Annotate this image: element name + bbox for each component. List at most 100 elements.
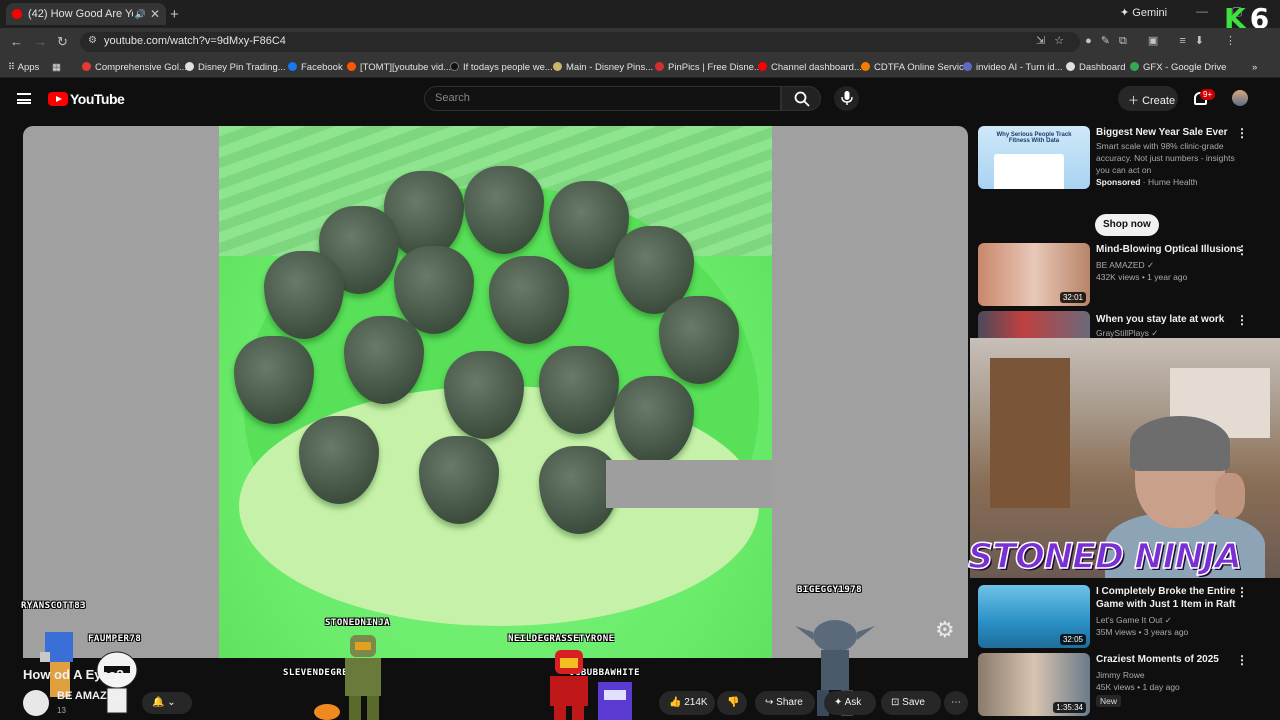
bookmark-item[interactable]: Facebook — [288, 62, 343, 73]
subscribed-bell-button[interactable]: 🔔 ⌄ — [142, 692, 192, 714]
share-icon: ↪ — [765, 697, 774, 708]
webcam-background-door — [990, 358, 1070, 508]
sidebar-video[interactable]: 32:01 Mind-Blowing Optical Illusions BE … — [978, 243, 1268, 306]
bookmark-item[interactable]: Comprehensive Gol... — [82, 62, 187, 73]
video-meta: 35M views • 3 years ago — [1096, 627, 1189, 637]
search-button[interactable] — [781, 86, 821, 111]
speaker-icon[interactable]: 🔊 — [135, 9, 146, 20]
reload-icon[interactable]: ↻ — [57, 34, 68, 50]
thumbs-up-icon: 👍 — [669, 697, 682, 708]
sidebar-video[interactable]: 1:35:34 Craziest Moments of 2025 Jimmy R… — [978, 653, 1268, 716]
save-button[interactable]: ⊡ Save — [881, 691, 941, 715]
more-bookmarks-icon[interactable]: » — [1252, 62, 1257, 73]
ad-menu-icon[interactable]: ⋮ — [1236, 126, 1248, 140]
verified-icon: ✓ — [1164, 615, 1172, 625]
verified-icon: ✓ — [1151, 328, 1159, 338]
bookmark-item[interactable]: Main - Disney Pins... — [553, 62, 653, 73]
ad-thumb-chart — [994, 154, 1064, 189]
ad-title[interactable]: Biggest New Year Sale Ever — [1096, 126, 1246, 139]
video-duration: 32:05 — [1059, 634, 1086, 645]
bookmark-item[interactable]: PinPics | Free Disne... — [655, 62, 762, 73]
tab-title: (42) How Good Are Your Ey — [28, 8, 133, 20]
ask-button[interactable]: ✦ Ask — [824, 691, 876, 715]
white-character-sprite-icon — [96, 651, 138, 714]
like-count: 214K — [684, 697, 708, 708]
create-button[interactable]: ＋ Create — [1118, 86, 1178, 111]
channel-text: BE AMAZED — [1096, 260, 1145, 270]
address-bar[interactable]: ⚙ youtube.com/watch?v=9dMxy-F86C4 — [80, 32, 1080, 52]
video-menu-icon[interactable]: ⋮ — [1236, 313, 1248, 327]
ad-sponsor-line: Sponsored · Hume Health — [1096, 177, 1198, 187]
site-info-icon[interactable]: ⚙ — [88, 35, 97, 46]
video-menu-icon[interactable]: ⋮ — [1236, 653, 1248, 667]
search-input[interactable]: Search — [424, 86, 781, 111]
new-tab-button[interactable]: + — [170, 6, 179, 23]
bookmark-label: If todays people we... — [463, 62, 553, 73]
gemini-button[interactable]: ✦ Gemini — [1120, 6, 1167, 19]
bookmark-item[interactable]: invideo AI - Turn id... — [963, 62, 1063, 73]
bookmark-item[interactable]: Disney Pin Trading... — [185, 62, 286, 73]
streamer-hand — [1215, 473, 1245, 518]
video-thumbnail[interactable]: 1:35:34 — [978, 653, 1090, 716]
bookmark-item[interactable]: If todays people we... — [450, 62, 553, 73]
video-title: How od A Eyes? — [23, 667, 124, 682]
bookmark-item[interactable]: Channel dashboard... — [758, 62, 862, 73]
bookmark-item[interactable]: [TOMT][youtube vid... — [347, 62, 451, 73]
bookmark-label: [TOMT][youtube vid... — [360, 62, 452, 73]
bookmark-item[interactable]: GFX - Google Drive — [1130, 62, 1226, 73]
like-button[interactable]: 👍 214K — [659, 691, 715, 715]
ad-thumb-text: Why Serious People Track Fitness With Da… — [996, 132, 1072, 144]
channel-name: Let's Game It Out ✓ — [1096, 614, 1172, 626]
sidebar-video[interactable]: 32:05 I Completely Broke the Entire Game… — [978, 585, 1268, 648]
autoplay-settings-icon[interactable]: ⚙ — [935, 617, 955, 643]
menu-icon[interactable] — [17, 93, 31, 104]
channel-name[interactable]: BE AMAZED — [57, 690, 122, 702]
video-title[interactable]: I Completely Broke the Entire Game with … — [1096, 585, 1246, 611]
channel-name: GrayStillPlays ✓ — [1096, 327, 1158, 338]
video-title[interactable]: Mind-Blowing Optical Illusions — [1096, 243, 1246, 256]
bookmark-label: Disney Pin Trading... — [198, 62, 286, 73]
voice-search-button[interactable] — [834, 86, 859, 111]
bookmark-label: Channel dashboard... — [771, 62, 862, 73]
video-thumbnail[interactable]: 32:05 — [978, 585, 1090, 648]
video-meta: 45K views • 1 day ago — [1096, 682, 1180, 692]
video-thumbnail[interactable] — [978, 311, 1090, 338]
back-icon[interactable]: ← — [10, 34, 23, 49]
sidebar-video[interactable]: When you stay late at work GrayStillPlay… — [978, 311, 1268, 338]
bookmark-item[interactable]: CDTFA Online Servic... — [861, 62, 972, 73]
account-avatar[interactable] — [1232, 90, 1248, 106]
save-label: Save — [902, 697, 925, 708]
share-button[interactable]: ↪ Share — [755, 691, 815, 715]
youtube-wordmark[interactable]: YouTube — [70, 91, 125, 107]
video-title[interactable]: Craziest Moments of 2025 — [1096, 653, 1246, 666]
video-menu-icon[interactable]: ⋮ — [1236, 243, 1248, 257]
ad-thumbnail[interactable]: Why Serious People Track Fitness With Da… — [978, 126, 1090, 189]
video-thumbnail[interactable]: 32:01 — [978, 243, 1090, 306]
gemini-label: Gemini — [1132, 7, 1168, 19]
bookmark-label: Apps — [17, 62, 40, 73]
bookmark-label: GFX - Google Drive — [1143, 62, 1227, 73]
bookmark-apps[interactable]: ⠿ Apps — [8, 62, 39, 73]
video-frame — [219, 126, 772, 658]
video-player[interactable]: ⚙ — [23, 126, 968, 658]
video-menu-icon[interactable]: ⋮ — [1236, 585, 1248, 599]
grid-icon[interactable]: ▦ — [52, 62, 61, 73]
youtube-logo-icon[interactable] — [48, 92, 68, 106]
channel-avatar[interactable] — [23, 690, 49, 716]
channel-name: Jimmy Rowe — [1096, 670, 1145, 680]
bookmark-label: invideo AI - Turn id... — [976, 62, 1063, 73]
sparkle-icon: ✦ — [834, 697, 843, 708]
forward-icon[interactable]: → — [34, 34, 47, 49]
shop-now-button[interactable]: Shop now — [1095, 214, 1159, 236]
more-actions-button[interactable]: ⋯ — [944, 691, 968, 715]
video-title[interactable]: When you stay late at work — [1096, 313, 1246, 326]
chat-user-name: NEILDEGRASSETYRONE — [508, 634, 615, 644]
dislike-button[interactable]: 👎 — [717, 691, 747, 715]
notification-badge: 9+ — [1200, 89, 1216, 100]
extension-icons[interactable]: ⇲☆ ●✎⧉ ▣ ≡⬇ ⋮ — [1036, 34, 1245, 48]
close-tab-icon[interactable]: ✕ — [150, 7, 160, 21]
browser-tab[interactable]: (42) How Good Are Your Ey 🔊 ✕ — [6, 3, 166, 25]
video-meta: 432K views • 1 year ago — [1096, 272, 1188, 282]
bookmark-item[interactable]: Dashboard — [1066, 62, 1125, 73]
share-label: Share — [776, 697, 803, 708]
